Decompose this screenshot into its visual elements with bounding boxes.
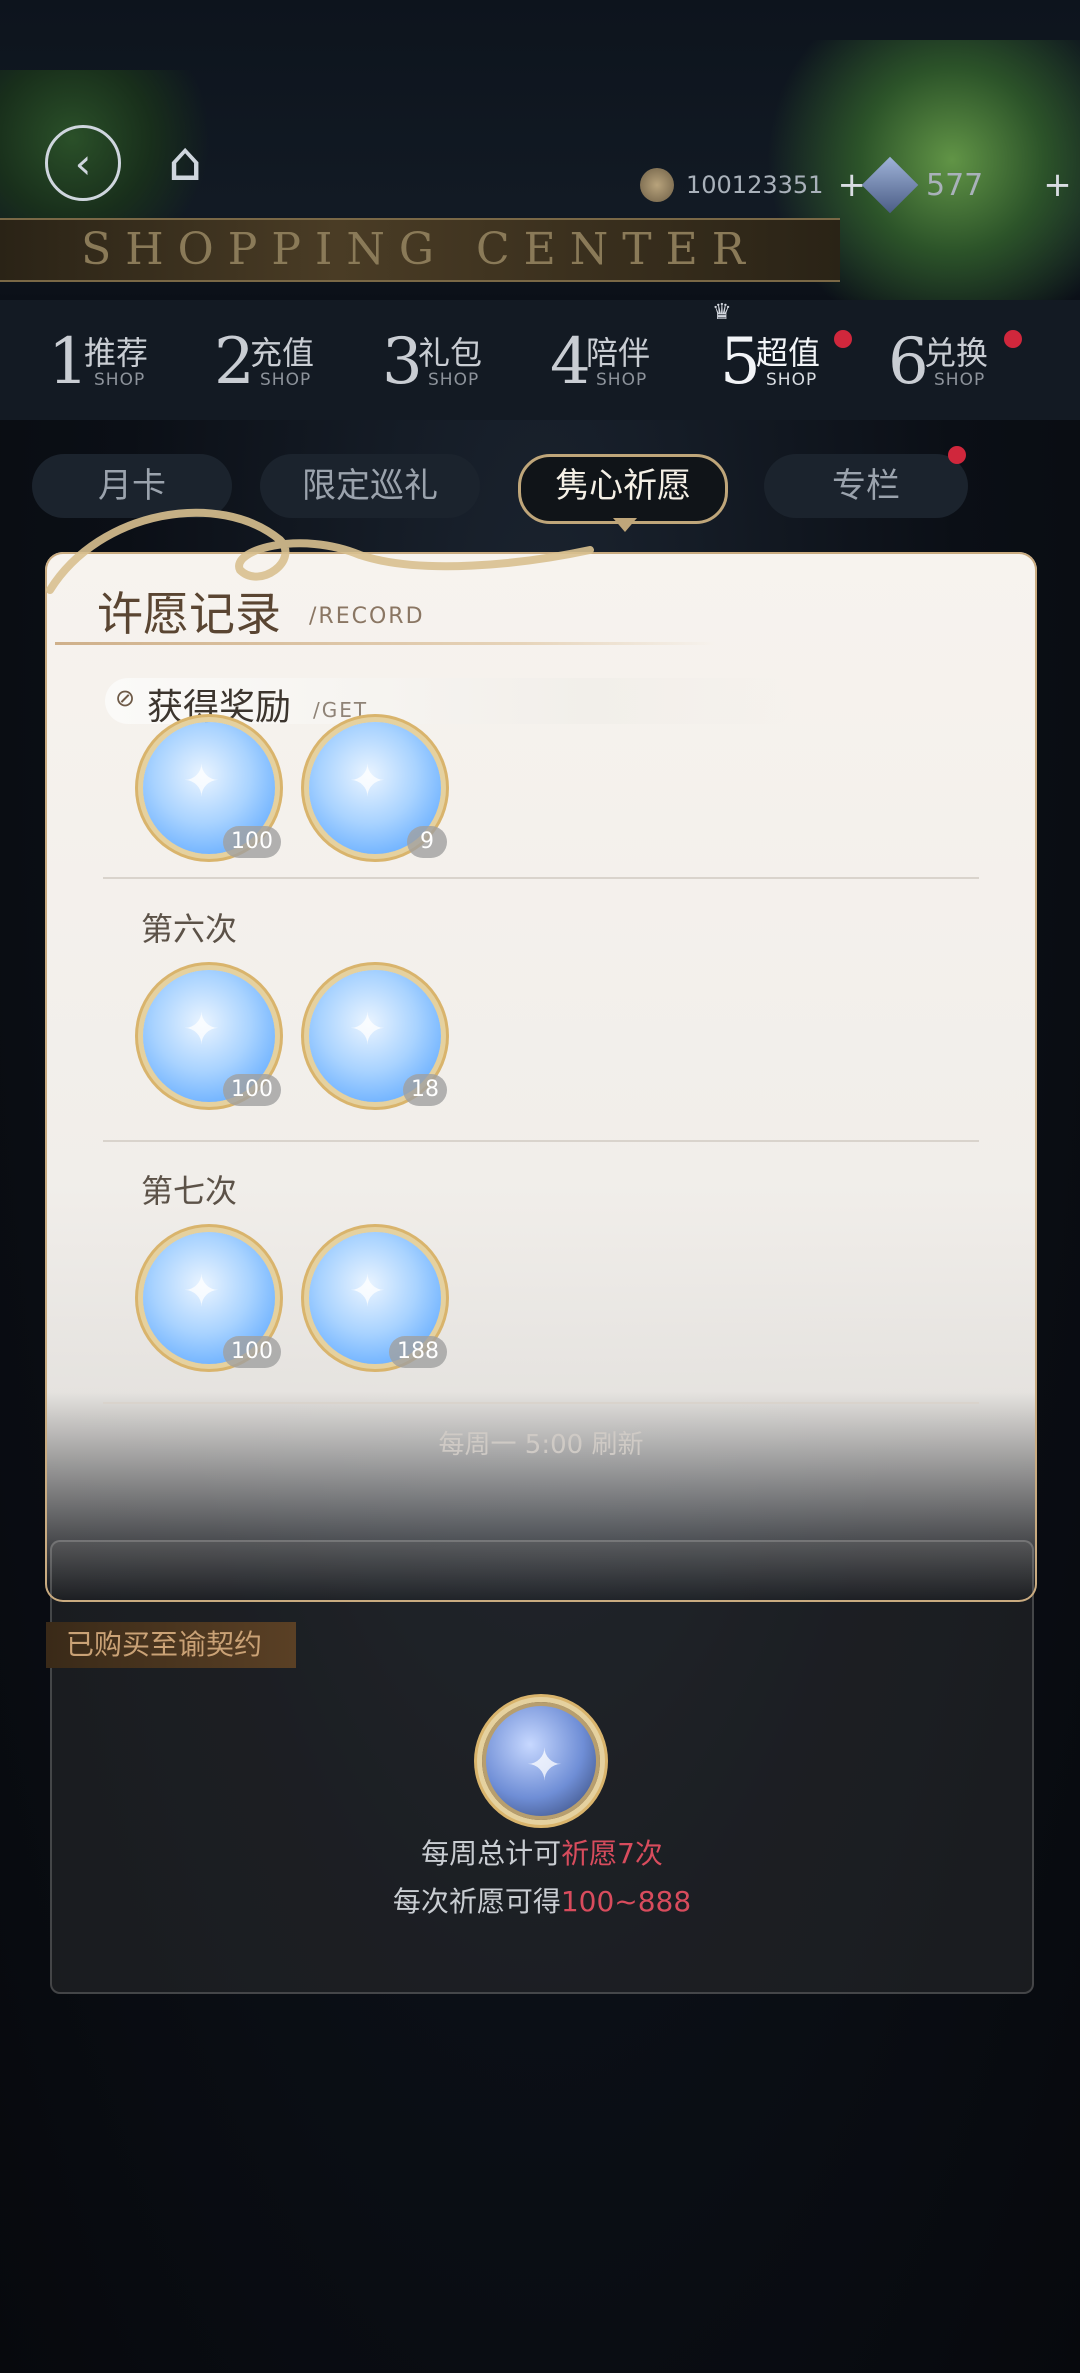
reward-count: 100: [223, 826, 281, 858]
section-divider: [103, 1402, 979, 1404]
gold-swoosh-decoration: [46, 508, 594, 594]
badge-dot: [834, 330, 852, 348]
back-button[interactable]: ‹: [45, 125, 121, 201]
reward-coin: 9: [309, 722, 447, 858]
reward-coin: 100: [143, 970, 281, 1106]
section-divider: [103, 877, 979, 879]
reward-count: 18: [403, 1074, 447, 1106]
wish-reward-range: 每次祈愿可得100~888: [392, 1885, 692, 1918]
coin-icon: [640, 168, 674, 202]
shop-tabs: 1 推荐 SHOP 2 充值 SHOP 3 礼包 SHOP 4 陪伴 SHOP …: [0, 300, 1080, 420]
refresh-note: 每周一 5:00 刷新: [438, 1430, 644, 1460]
reward-count: 100: [223, 1336, 281, 1368]
back-arrow-icon: ‹: [74, 138, 92, 188]
bought-label: 已购买至谕契约: [46, 1622, 297, 1668]
wish-coin-icon: [482, 1702, 600, 1820]
coin-currency: 100123351 +: [640, 165, 866, 205]
reward-count: 188: [389, 1336, 447, 1368]
home-icon: ⌂: [167, 130, 203, 193]
home-button[interactable]: ⌂: [150, 132, 220, 192]
reward-coin: 100: [143, 1232, 281, 1368]
reward-count: 9: [407, 826, 447, 858]
badge-dot: [948, 446, 966, 464]
shopping-center-banner: SHOPPING CENTER: [0, 218, 840, 282]
weekly-wish-count: 每周总计可祈愿7次: [421, 1837, 663, 1870]
reward-coin: 18: [309, 970, 447, 1106]
gem-currency: 577 +: [861, 156, 1072, 214]
title-underline: [55, 642, 715, 645]
reward-coin: 188: [309, 1232, 447, 1368]
reward-coin: 100: [143, 722, 281, 858]
top-bar: ‹ ⌂ 100123351 + 577 + SHOPPING CENTER: [0, 0, 1080, 340]
get-rewards-label-en: /GET: [313, 698, 369, 722]
link-icon: ⊘: [115, 684, 136, 712]
badge-dot: [1004, 330, 1022, 348]
section-label-sixth: 第六次: [141, 910, 238, 948]
subtab-column[interactable]: 专栏: [764, 454, 968, 518]
reward-count: 100: [223, 1074, 281, 1106]
gem-amount: 577: [926, 167, 984, 203]
wish-info-panel: 已购买至谕契约 每周总计可祈愿7次 每次祈愿可得100~888: [46, 1540, 1034, 1994]
wish-record-modal: 许愿记录 /RECORD ⊘ 获得奖励 /GET 100 9 第六次 100 1…: [45, 552, 1037, 1602]
section-label-seventh: 第七次: [141, 1172, 238, 1210]
gem-icon: [861, 156, 919, 214]
section-divider: [103, 1140, 979, 1142]
active-subtab-pointer: [613, 518, 637, 532]
add-gem-button[interactable]: +: [1043, 165, 1072, 205]
coin-amount: 100123351: [686, 171, 824, 199]
